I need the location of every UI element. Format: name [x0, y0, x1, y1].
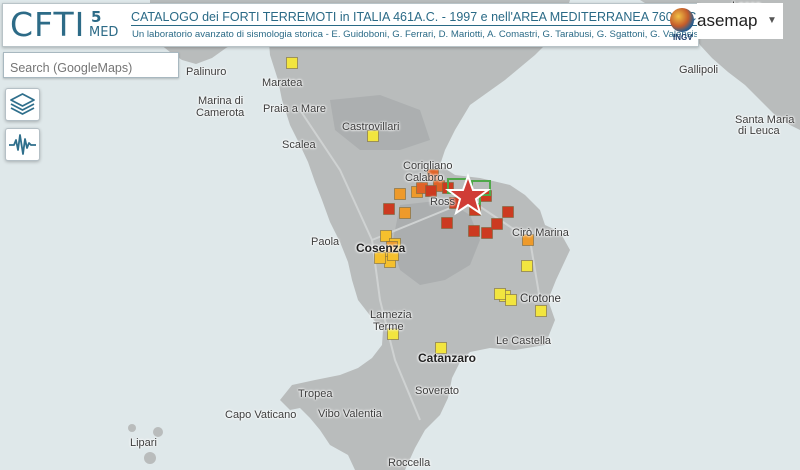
place-label: Ross: [430, 196, 456, 208]
event-marker[interactable]: [425, 185, 437, 197]
basemap-label: asemap: [697, 11, 758, 30]
event-marker[interactable]: [394, 188, 406, 200]
place-label: Cirò Marina: [512, 227, 569, 239]
layers-button[interactable]: [5, 88, 40, 121]
header-banner: CFTI 5 MED CATALOGO dei FORTI TERREMOTI …: [2, 3, 739, 47]
place-label: Scalea: [282, 139, 316, 151]
place-label: Corigliano: [403, 160, 453, 172]
event-marker[interactable]: [286, 57, 298, 69]
event-marker[interactable]: [383, 203, 395, 215]
event-marker[interactable]: [468, 225, 480, 237]
place-label: Roccella: [388, 457, 431, 469]
place-label: Calabro: [405, 172, 444, 184]
place-label: Tropea: [298, 388, 333, 400]
place-label: Vibo Valentia: [318, 408, 382, 420]
place-label: Soverato: [415, 385, 460, 397]
place-label: Terme: [373, 321, 404, 333]
place-label: Camerota: [196, 107, 245, 119]
ingv-logo-icon[interactable]: [670, 8, 694, 32]
place-label: Gallipoli: [679, 64, 719, 76]
catalog-title[interactable]: CATALOGO dei FORTI TERREMOTI in ITALIA 4…: [131, 10, 739, 26]
logo-suffix: MED: [89, 25, 119, 40]
seismogram-button[interactable]: [5, 128, 40, 161]
event-marker[interactable]: [399, 207, 411, 219]
logo-text[interactable]: CFTI: [10, 6, 85, 44]
place-label: Catanzaro: [418, 351, 477, 365]
place-label: Palinuro: [186, 66, 227, 78]
place-label: Maratea: [262, 77, 303, 89]
event-marker[interactable]: [521, 260, 533, 272]
layers-icon: [10, 93, 35, 115]
place-label: Crotone: [520, 293, 561, 305]
place-label: Le Castella: [496, 335, 552, 347]
logo-number: 5: [91, 8, 102, 26]
island-vulcano: [144, 452, 156, 464]
event-marker[interactable]: [491, 218, 503, 230]
place-label: Lipari: [130, 437, 157, 449]
place-label: di Leuca: [738, 125, 780, 137]
event-marker[interactable]: [494, 288, 506, 300]
ingv-label: INGV: [673, 33, 693, 42]
event-marker[interactable]: [441, 217, 453, 229]
event-marker[interactable]: [535, 305, 547, 317]
place-label: Lamezia: [370, 309, 412, 321]
chevron-down-icon: ▼: [767, 15, 777, 26]
place-label: Paola: [311, 236, 340, 248]
catalog-subtitle: Un laboratorio avanzato di sismologia st…: [132, 29, 704, 40]
island-lipari: [153, 427, 163, 437]
place-label: Marina di: [198, 95, 244, 107]
place-label: Cosenza: [356, 241, 406, 255]
search-input[interactable]: [3, 52, 179, 78]
island-salina: [128, 424, 136, 432]
place-label: Castrovillari: [342, 121, 400, 133]
event-marker[interactable]: [481, 227, 493, 239]
event-marker[interactable]: [502, 206, 514, 218]
place-label: Praia a Mare: [263, 103, 326, 115]
place-label: Capo Vaticano: [225, 409, 297, 421]
event-marker[interactable]: [505, 294, 517, 306]
seismogram-icon: [9, 134, 36, 155]
basemap-selector[interactable]: asemap ▼: [697, 3, 783, 39]
